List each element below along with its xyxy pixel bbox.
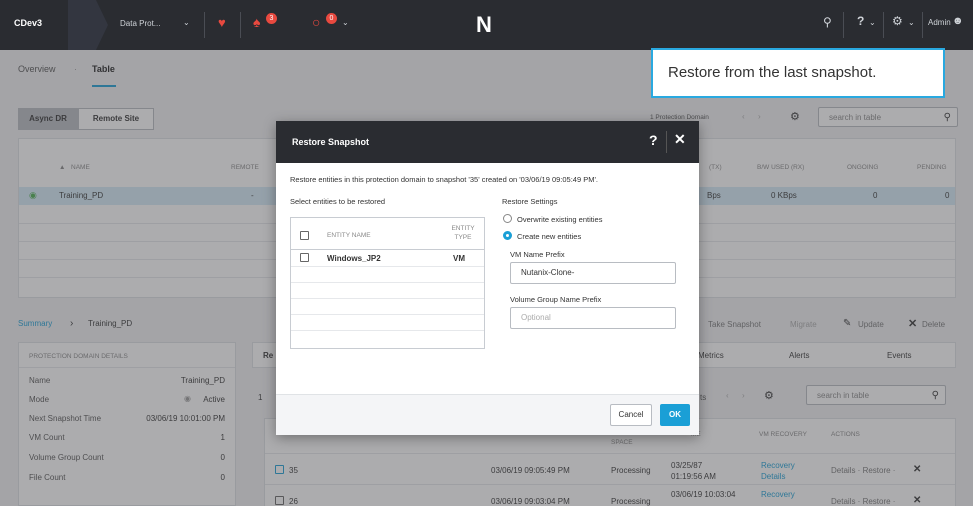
dialog-header: Restore Snapshot ? ✕ — [276, 121, 699, 163]
chevron-down-icon[interactable]: ⌄ — [908, 18, 915, 27]
chevron-down-icon[interactable]: ⌄ — [869, 18, 876, 27]
alerts-bell-icon[interactable]: ♠ — [253, 14, 260, 30]
vg-prefix-input[interactable]: Optional — [510, 307, 676, 329]
user-icon[interactable]: ☻ — [952, 15, 964, 27]
select-entities-label: Select entities to be restored — [290, 197, 386, 206]
chevron-down-icon[interactable]: ⌄ — [183, 18, 190, 27]
tasks-count-badge: 0 — [326, 13, 337, 24]
ok-button[interactable]: OK — [660, 404, 690, 426]
health-heart-icon[interactable]: ♥ — [218, 15, 226, 30]
entity-name: Windows_JP2 — [327, 254, 381, 263]
gear-icon[interactable]: ⚙ — [892, 14, 903, 28]
help-icon[interactable]: ? — [649, 132, 658, 148]
top-navigation-bar: CDev3 Data Prot... ⌄ ♥ ♠ 3 ○ 0 ⌄ N ⚲ ? ⌄… — [0, 0, 973, 50]
dialog-title: Restore Snapshot — [292, 137, 370, 147]
tasks-circle-icon[interactable]: ○ — [312, 14, 320, 30]
vg-prefix-label: Volume Group Name Prefix — [510, 295, 602, 304]
row-divider — [291, 298, 484, 299]
divider — [204, 12, 205, 38]
row-divider — [291, 266, 484, 267]
instruction-callout: Restore from the last snapshot. — [651, 48, 945, 98]
divider — [240, 12, 241, 38]
dialog-description: Restore entities in this protection doma… — [290, 175, 599, 184]
vg-prefix-placeholder: Optional — [521, 313, 551, 322]
entity-row[interactable]: Windows_JP2 VM — [291, 250, 484, 266]
divider — [883, 12, 884, 38]
restore-settings-label: Restore Settings — [502, 197, 558, 206]
row-divider — [291, 314, 484, 315]
create-option-label[interactable]: Create new entities — [517, 232, 581, 241]
entity-type: VM — [453, 254, 465, 263]
cluster-name[interactable]: CDev3 — [14, 18, 42, 28]
help-icon[interactable]: ? — [857, 14, 864, 28]
divider — [666, 131, 667, 153]
column-entity-type: ENTITY TYPE — [451, 225, 475, 241]
row-divider — [291, 282, 484, 283]
admin-menu[interactable]: Admin — [928, 18, 951, 27]
radio-overwrite[interactable] — [503, 214, 512, 223]
radio-create-selected[interactable] — [503, 231, 512, 240]
dialog-footer: Cancel OK — [276, 394, 699, 435]
select-all-checkbox[interactable] — [300, 231, 309, 240]
divider — [843, 12, 844, 38]
search-icon[interactable]: ⚲ — [823, 15, 832, 29]
vm-prefix-input[interactable]: Nutanix-Clone- — [510, 262, 676, 284]
restore-snapshot-dialog: Restore Snapshot ? ✕ Restore entities in… — [276, 121, 699, 435]
close-icon[interactable]: ✕ — [674, 131, 686, 148]
vm-prefix-label: VM Name Prefix — [510, 250, 565, 259]
chevron-down-icon[interactable]: ⌄ — [342, 18, 349, 27]
divider — [922, 12, 923, 38]
nutanix-logo: N — [476, 12, 492, 37]
column-entity-name: ENTITY NAME — [327, 232, 371, 239]
cancel-button[interactable]: Cancel — [610, 404, 652, 426]
app-menu[interactable]: Data Prot... — [120, 19, 160, 28]
vm-prefix-value: Nutanix-Clone- — [521, 268, 575, 277]
alerts-count-badge: 3 — [266, 13, 277, 24]
entity-checkbox[interactable] — [300, 253, 309, 262]
entity-table: ENTITY NAME ENTITY TYPE Windows_JP2 VM — [290, 217, 485, 349]
cluster-chevron — [68, 0, 108, 50]
row-divider — [291, 330, 484, 331]
overwrite-option-label[interactable]: Overwrite existing entities — [517, 215, 602, 224]
